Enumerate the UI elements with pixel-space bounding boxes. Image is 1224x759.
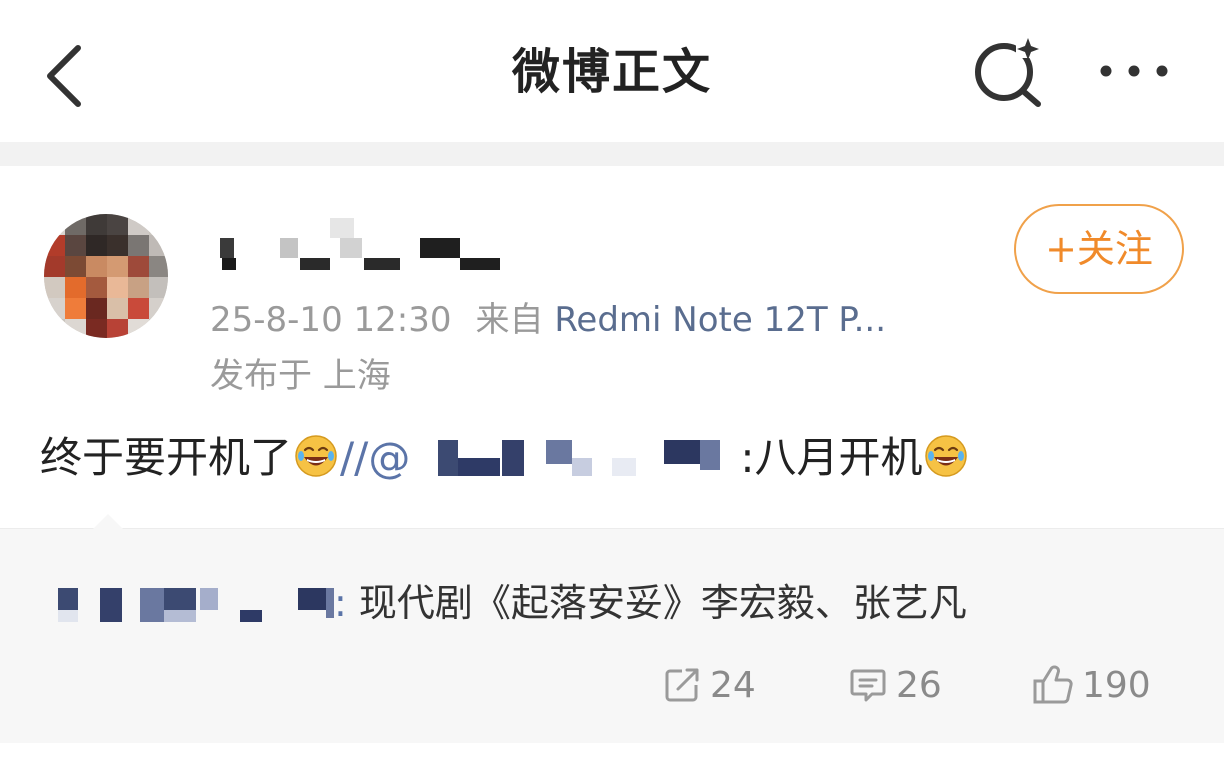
- search-sparkle-icon: [975, 38, 1041, 107]
- action-bar: 24 26 190: [0, 655, 1224, 715]
- original-author-redacted[interactable]: [44, 580, 334, 624]
- top-navbar: 微博正文: [0, 0, 1224, 142]
- quote-pointer: [92, 514, 124, 530]
- quoted-author-colon: :: [334, 581, 347, 625]
- follow-button[interactable]: +关注: [1014, 204, 1184, 294]
- mention-separator[interactable]: //@: [340, 433, 410, 482]
- repost-count: 24: [710, 664, 756, 706]
- comment-count: 26: [896, 664, 942, 706]
- device-source-link[interactable]: Redmi Note 12T P...: [554, 300, 886, 340]
- repost-button[interactable]: 24: [662, 655, 756, 715]
- avatar[interactable]: [44, 214, 168, 338]
- laugh-cry-emoji-icon: [925, 435, 968, 477]
- source-prefix: 来自: [475, 300, 544, 340]
- more-button[interactable]: [1094, 48, 1174, 94]
- screen: 微博正文 25-8-10 12:30 来自 Redmi Note 12T P..…: [0, 0, 1224, 759]
- body-text-start: 终于要开机了: [40, 433, 293, 482]
- comment-icon: [850, 669, 886, 702]
- more-dots-icon: [1100, 65, 1168, 77]
- body-text-tail: :八月开机: [740, 433, 923, 482]
- post-timestamp: 25-8-10 12:30: [210, 300, 452, 340]
- post-body: 终于要开机了 //@ :八月开机: [40, 428, 970, 488]
- quoted-body: 现代剧《起落安妥》李宏毅、张艺凡: [346, 581, 967, 625]
- post-meta: 25-8-10 12:30 来自 Redmi Note 12T P...: [210, 292, 886, 341]
- post-location: 发布于 上海: [210, 356, 391, 396]
- thumbs-up-icon: [1033, 665, 1073, 704]
- mention-username-redacted[interactable]: [410, 436, 740, 480]
- like-button[interactable]: 190: [1032, 655, 1151, 715]
- section-divider: [0, 142, 1224, 166]
- weibo-post: 25-8-10 12:30 来自 Redmi Note 12T P... 发布于 …: [0, 166, 1224, 759]
- repost-icon: [665, 668, 699, 702]
- quoted-original-post[interactable]: : 现代剧《起落安妥》李宏毅、张艺凡 24 26 190: [0, 514, 1224, 743]
- search-button[interactable]: [970, 32, 1050, 112]
- quoted-text: : 现代剧《起落安妥》李宏毅、张艺凡: [44, 575, 967, 631]
- comment-button[interactable]: 26: [848, 655, 942, 715]
- laugh-cry-emoji-icon: [295, 435, 337, 477]
- like-count: 190: [1082, 664, 1151, 706]
- username-redacted[interactable]: [214, 214, 534, 274]
- bottom-spacer: [0, 743, 1224, 759]
